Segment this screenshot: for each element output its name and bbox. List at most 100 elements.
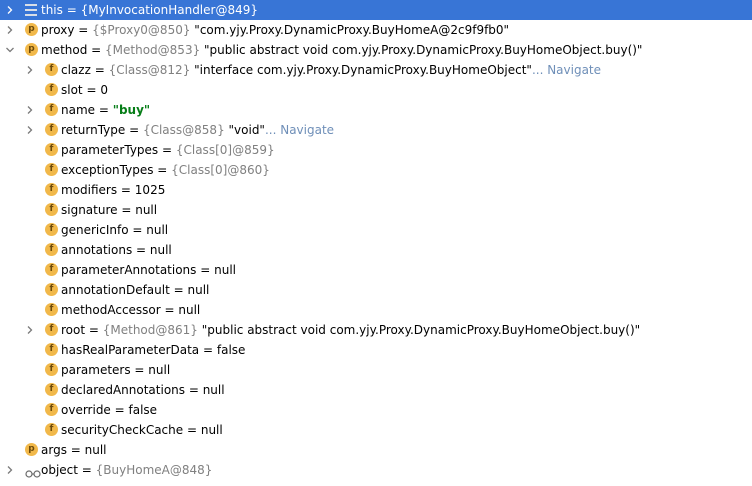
field-icon: f bbox=[45, 403, 58, 416]
variable-row-proxy[interactable]: p proxy = {$Proxy0@850} "com.yjy.Proxy.Dy… bbox=[0, 20, 752, 40]
variable-row-modifiers[interactable]: f modifiers = 1025 bbox=[0, 180, 752, 200]
chevron-down-icon[interactable] bbox=[4, 40, 16, 60]
variable-row-declaredAnnotations[interactable]: f declaredAnnotations = null bbox=[0, 380, 752, 400]
variable-name: returnType bbox=[61, 123, 126, 137]
variable-text: signature = null bbox=[61, 200, 157, 220]
variable-value: null bbox=[178, 303, 201, 317]
field-icon: f bbox=[45, 363, 58, 376]
equals-sign: = bbox=[158, 143, 176, 157]
variable-value: "buy" bbox=[112, 103, 151, 117]
variable-text: returnType = {Class@858} "void"... Navig… bbox=[61, 120, 334, 140]
variable-row-args[interactable]: p args = null bbox=[0, 440, 752, 460]
watch-glasses-icon bbox=[25, 465, 41, 478]
chevron-right-icon[interactable] bbox=[4, 20, 16, 40]
navigate-link[interactable]: ... Navigate bbox=[265, 123, 334, 137]
variable-row-slot[interactable]: f slot = 0 bbox=[0, 80, 752, 100]
chevron-right-icon[interactable] bbox=[4, 460, 16, 480]
variable-row-hasRealParameterData[interactable]: f hasRealParameterData = false bbox=[0, 340, 752, 360]
variable-value: null bbox=[148, 363, 171, 377]
variable-value: 1025 bbox=[134, 183, 166, 197]
equals-sign: = bbox=[196, 263, 215, 277]
parameter-icon: p bbox=[25, 443, 38, 456]
variable-value: "com.yjy.Proxy.DynamicProxy.BuyHomeA@2c9… bbox=[194, 23, 510, 37]
field-icon: f bbox=[45, 203, 58, 216]
variable-text: methodAccessor = null bbox=[61, 300, 200, 320]
equals-sign: = bbox=[128, 223, 147, 237]
variable-name: proxy bbox=[41, 23, 75, 37]
variable-row-object[interactable]: object = {BuyHomeA@848} bbox=[0, 460, 752, 480]
field-icon: f bbox=[45, 303, 58, 316]
variable-row-annotations[interactable]: f annotations = null bbox=[0, 240, 752, 260]
variable-name: this bbox=[41, 3, 63, 17]
variable-name: parameterAnnotations bbox=[61, 263, 197, 277]
variable-row-method[interactable]: p method = {Method@853} "public abstract … bbox=[0, 40, 752, 60]
chevron-right-icon[interactable] bbox=[4, 0, 16, 20]
variable-value: "void" bbox=[228, 123, 265, 137]
variable-text: exceptionTypes = {Class[0]@860} bbox=[61, 160, 270, 180]
variable-row-methodAccessor[interactable]: f methodAccessor = null bbox=[0, 300, 752, 320]
variable-value: false bbox=[128, 403, 158, 417]
variable-text: clazz = {Class@812} "interface com.yjy.P… bbox=[61, 60, 601, 80]
variable-row-annotationDefault[interactable]: f annotationDefault = null bbox=[0, 280, 752, 300]
equals-sign: = bbox=[153, 163, 172, 177]
field-icon: f bbox=[45, 103, 58, 116]
variable-row-override[interactable]: f override = false bbox=[0, 400, 752, 420]
variable-value: false bbox=[216, 343, 246, 357]
chevron-right-icon[interactable] bbox=[24, 120, 36, 140]
object-reference: {Class[0]@859} bbox=[175, 143, 275, 157]
equals-sign: = bbox=[185, 383, 203, 397]
variable-value: null bbox=[202, 383, 225, 397]
variable-row-parameters[interactable]: f parameters = null bbox=[0, 360, 752, 380]
variable-name: modifiers bbox=[61, 183, 118, 197]
variable-name: signature bbox=[61, 203, 118, 217]
variable-value: "interface com.yjy.Proxy.DynamicProxy.Bu… bbox=[194, 63, 532, 77]
variable-text: hasRealParameterData = false bbox=[61, 340, 245, 360]
field-icon: f bbox=[45, 343, 58, 356]
variable-row-returnType[interactable]: f returnType = {Class@858} "void"... Navi… bbox=[0, 120, 752, 140]
variable-row-name[interactable]: f name = "buy" bbox=[0, 100, 752, 120]
variable-row-securityCheckCache[interactable]: f securityCheckCache = null bbox=[0, 420, 752, 440]
equals-sign: = bbox=[110, 403, 129, 417]
field-icon: f bbox=[45, 263, 58, 276]
variable-name: method bbox=[41, 43, 88, 57]
variable-text: this = {MyInvocationHandler@849} bbox=[41, 0, 258, 20]
equals-sign: = bbox=[77, 463, 96, 477]
variable-text: declaredAnnotations = null bbox=[61, 380, 225, 400]
variable-value: "public abstract void com.yjy.Proxy.Dyna… bbox=[201, 323, 641, 337]
field-icon: f bbox=[45, 183, 58, 196]
equals-sign: = bbox=[74, 23, 93, 37]
variable-row-parameterTypes[interactable]: f parameterTypes = {Class[0]@859} bbox=[0, 140, 752, 160]
variable-text: annotationDefault = null bbox=[61, 280, 209, 300]
variable-text: root = {Method@861} "public abstract voi… bbox=[61, 320, 640, 340]
variable-value: null bbox=[149, 243, 172, 257]
variable-text: parameterAnnotations = null bbox=[61, 260, 236, 280]
variable-value: null bbox=[214, 263, 236, 277]
equals-sign: = bbox=[87, 43, 106, 57]
variable-row-root[interactable]: f root = {Method@861} "public abstract vo… bbox=[0, 320, 752, 340]
navigate-link[interactable]: ... Navigate bbox=[532, 63, 601, 77]
variable-value: null bbox=[84, 443, 107, 457]
variable-row-clazz[interactable]: f clazz = {Class@812} "interface com.yjy.… bbox=[0, 60, 752, 80]
variable-text: annotations = null bbox=[61, 240, 172, 260]
variable-row-exceptionTypes[interactable]: f exceptionTypes = {Class[0]@860} bbox=[0, 160, 752, 180]
field-icon: f bbox=[45, 383, 58, 396]
variable-value: "public abstract void com.yjy.Proxy.Dyna… bbox=[204, 43, 643, 57]
field-icon: f bbox=[45, 143, 58, 156]
variable-row-this[interactable]: this = {MyInvocationHandler@849} bbox=[0, 0, 752, 20]
object-reference: {$Proxy0@850} bbox=[92, 23, 195, 37]
chevron-right-icon[interactable] bbox=[24, 320, 36, 340]
variable-name: annotations bbox=[61, 243, 133, 257]
variable-text: parameterTypes = {Class[0]@859} bbox=[61, 140, 275, 160]
variable-name: annotationDefault bbox=[61, 283, 170, 297]
equals-sign: = bbox=[132, 243, 150, 257]
chevron-right-icon[interactable] bbox=[24, 60, 36, 80]
equals-sign: = bbox=[66, 443, 85, 457]
field-icon: f bbox=[45, 283, 58, 296]
chevron-right-icon[interactable] bbox=[24, 100, 36, 120]
variable-row-signature[interactable]: f signature = null bbox=[0, 200, 752, 220]
variable-row-genericInfo[interactable]: f genericInfo = null bbox=[0, 220, 752, 240]
equals-sign: = bbox=[82, 83, 101, 97]
object-reference: {Method@853} bbox=[105, 43, 205, 57]
variable-row-parameterAnnotations[interactable]: f parameterAnnotations = null bbox=[0, 260, 752, 280]
object-reference: {Class@812} bbox=[108, 63, 195, 77]
